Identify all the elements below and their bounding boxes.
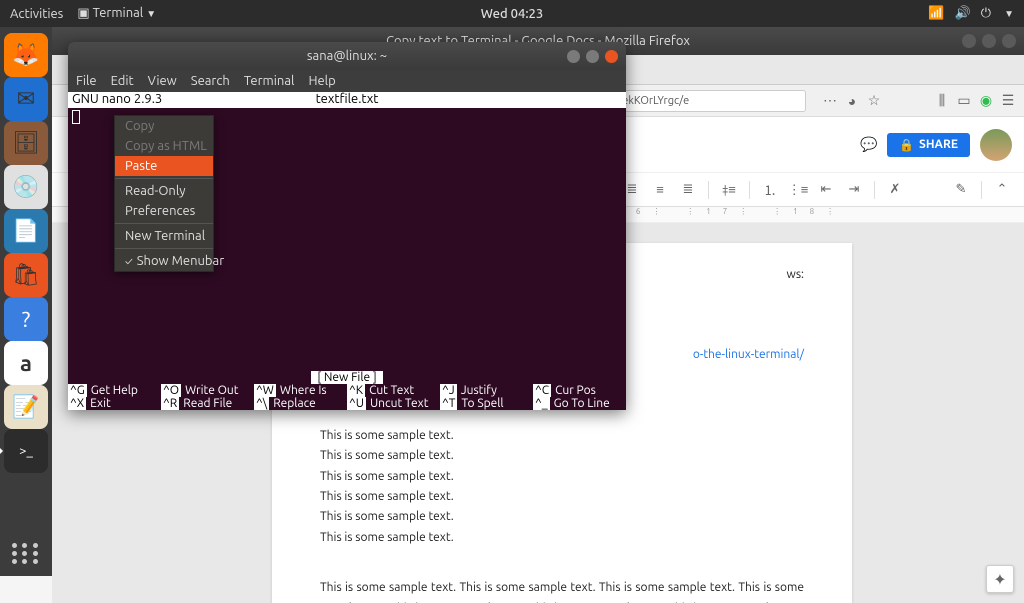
launcher-amazon[interactable]: a <box>4 341 48 385</box>
library-icon[interactable]: ⫼ <box>934 93 950 109</box>
ctx-read-only[interactable]: Read-Only <box>115 181 213 201</box>
show-applications-button[interactable] <box>12 543 40 564</box>
divider <box>115 178 213 179</box>
document-line: This is some sample text. <box>320 426 804 446</box>
maximize-button[interactable] <box>586 50 599 63</box>
menu-icon[interactable]: ☰ <box>1000 93 1016 109</box>
nano-shortcut: ^WWhere Is <box>254 384 347 397</box>
menu-file[interactable]: File <box>76 74 97 88</box>
terminal-context-menu: Copy Copy as HTML Paste Read-Only Prefer… <box>114 115 214 272</box>
nano-shortcut: ^UUncut Text <box>347 397 440 410</box>
ctx-copy-as-html: Copy as HTML <box>115 136 213 156</box>
text-cursor <box>72 110 80 124</box>
menu-help[interactable]: Help <box>308 74 335 88</box>
numbered-list-button[interactable]: ⒈ <box>760 180 780 200</box>
launcher-software[interactable]: 🛍 <box>4 253 48 297</box>
divider <box>115 223 213 224</box>
system-menu-dropdown[interactable]: ▼ <box>1004 8 1014 20</box>
ctx-new-terminal[interactable]: New Terminal <box>115 226 213 246</box>
menu-search[interactable]: Search <box>191 74 230 88</box>
launcher-terminal[interactable]: >_ <box>4 429 48 473</box>
nano-shortcut: ^OWrite Out <box>161 384 254 397</box>
user-avatar[interactable] <box>980 129 1012 161</box>
ubuntu-dock: 🦊✉🗄💿📄🛍?a📝>_ <box>0 27 52 576</box>
nano-shortcut: ^RRead File <box>161 397 254 410</box>
nano-shortcut: ^KCut Text <box>347 384 440 397</box>
launcher-libreoffice-writer[interactable]: 📄 <box>4 209 48 253</box>
decrease-indent-button[interactable]: ⇤ <box>816 180 836 200</box>
volume-icon[interactable]: 🔊 <box>955 6 971 21</box>
ctx-paste[interactable]: Paste <box>115 156 213 176</box>
power-icon[interactable]: ⏻ <box>981 6 991 21</box>
nano-shortcut: ^CCur Pos <box>533 384 626 397</box>
nano-shortcut: ^_Go To Line <box>533 397 626 410</box>
align-right-button[interactable]: ≡ <box>650 180 670 200</box>
nano-footer: [ New File ] ^GGet Help^OWrite Out^WWher… <box>68 371 626 410</box>
launcher-firefox[interactable]: 🦊 <box>4 33 48 77</box>
ctx-copy: Copy <box>115 116 213 136</box>
nano-shortcut: ^JJustify <box>440 384 533 397</box>
close-button[interactable] <box>1002 34 1016 48</box>
clear-formatting-button[interactable]: ✗ <box>885 180 905 200</box>
nano-shortcut: ^GGet Help <box>68 384 161 397</box>
nano-shortcut: ^XExit <box>68 397 161 410</box>
reader-icon[interactable]: ▭ <box>956 93 972 109</box>
page-actions-icon[interactable]: ⋯ <box>822 93 838 109</box>
increase-indent-button[interactable]: ⇥ <box>844 180 864 200</box>
menu-edit[interactable]: Edit <box>111 74 134 88</box>
document-line: This is some sample text. <box>320 467 804 487</box>
editing-mode-button[interactable]: ✎ <box>951 180 971 200</box>
bulleted-list-button[interactable]: ⋮≡ <box>788 180 808 200</box>
close-button[interactable] <box>605 50 618 63</box>
bookmark-star-icon[interactable]: ☆ <box>866 93 882 109</box>
launcher-text-editor[interactable]: 📝 <box>4 385 48 429</box>
launcher-files[interactable]: 🗄 <box>4 121 48 165</box>
nano-version: GNU nano 2.9.3 <box>72 92 162 108</box>
nano-shortcut: ^TTo Spell <box>440 397 533 410</box>
terminal-icon: ▣ <box>77 6 89 20</box>
ctx-preferences[interactable]: Preferences <box>115 201 213 221</box>
terminal-titlebar[interactable]: sana@linux: ~ <box>68 42 626 70</box>
explore-button[interactable]: ✦ <box>986 565 1014 593</box>
comment-icon[interactable]: 💬 <box>861 137 877 153</box>
document-line: This is some sample text. <box>320 446 804 466</box>
document-line: This is some sample text. <box>320 528 804 548</box>
activities-button[interactable]: Activities <box>10 7 63 21</box>
nano-filename: textfile.txt <box>316 92 379 106</box>
collapse-toolbar-button[interactable]: ⌃ <box>992 180 1012 200</box>
nano-shortcut: ^\Replace <box>254 397 347 410</box>
document-line: This is some sample text. <box>320 507 804 527</box>
wifi-icon[interactable]: 📶 <box>928 6 944 21</box>
launcher-rhythmbox[interactable]: 💿 <box>4 165 48 209</box>
terminal-menubar: File Edit View Search Terminal Help <box>68 70 626 92</box>
align-justify-button[interactable]: ≣ <box>678 180 698 200</box>
divider <box>115 248 213 249</box>
lock-icon: 🔒 <box>899 138 914 152</box>
app-menu[interactable]: ▣ Terminal▼ <box>77 6 156 21</box>
document-line: This is some sample text. <box>320 487 804 507</box>
minimize-button[interactable] <box>567 50 580 63</box>
nano-status: [ New File ] <box>311 371 382 384</box>
launcher-help[interactable]: ? <box>4 297 48 341</box>
launcher-thunderbird[interactable]: ✉ <box>4 77 48 121</box>
extension-icon[interactable]: ◉ <box>978 93 994 109</box>
minimize-button[interactable] <box>962 34 976 48</box>
nano-titlebar: GNU nano 2.9.3 textfile.txt <box>68 92 626 108</box>
pocket-icon[interactable]: ◕ <box>844 93 860 109</box>
menu-terminal[interactable]: Terminal <box>244 74 295 88</box>
menu-view[interactable]: View <box>148 74 177 88</box>
maximize-button[interactable] <box>982 34 996 48</box>
gnome-top-panel: Activities ▣ Terminal▼ Wed 04:23 📶 🔊 ⏻ ▼ <box>0 0 1024 27</box>
ctx-show-menubar[interactable]: Show Menubar <box>115 251 213 271</box>
document-paragraph: This is some sample text. This is some s… <box>320 578 804 603</box>
line-spacing-button[interactable]: ‡≡ <box>719 180 739 200</box>
terminal-title: sana@linux: ~ <box>307 49 387 63</box>
share-button[interactable]: 🔒 SHARE <box>887 133 970 157</box>
clock[interactable]: Wed 04:23 <box>481 7 543 21</box>
